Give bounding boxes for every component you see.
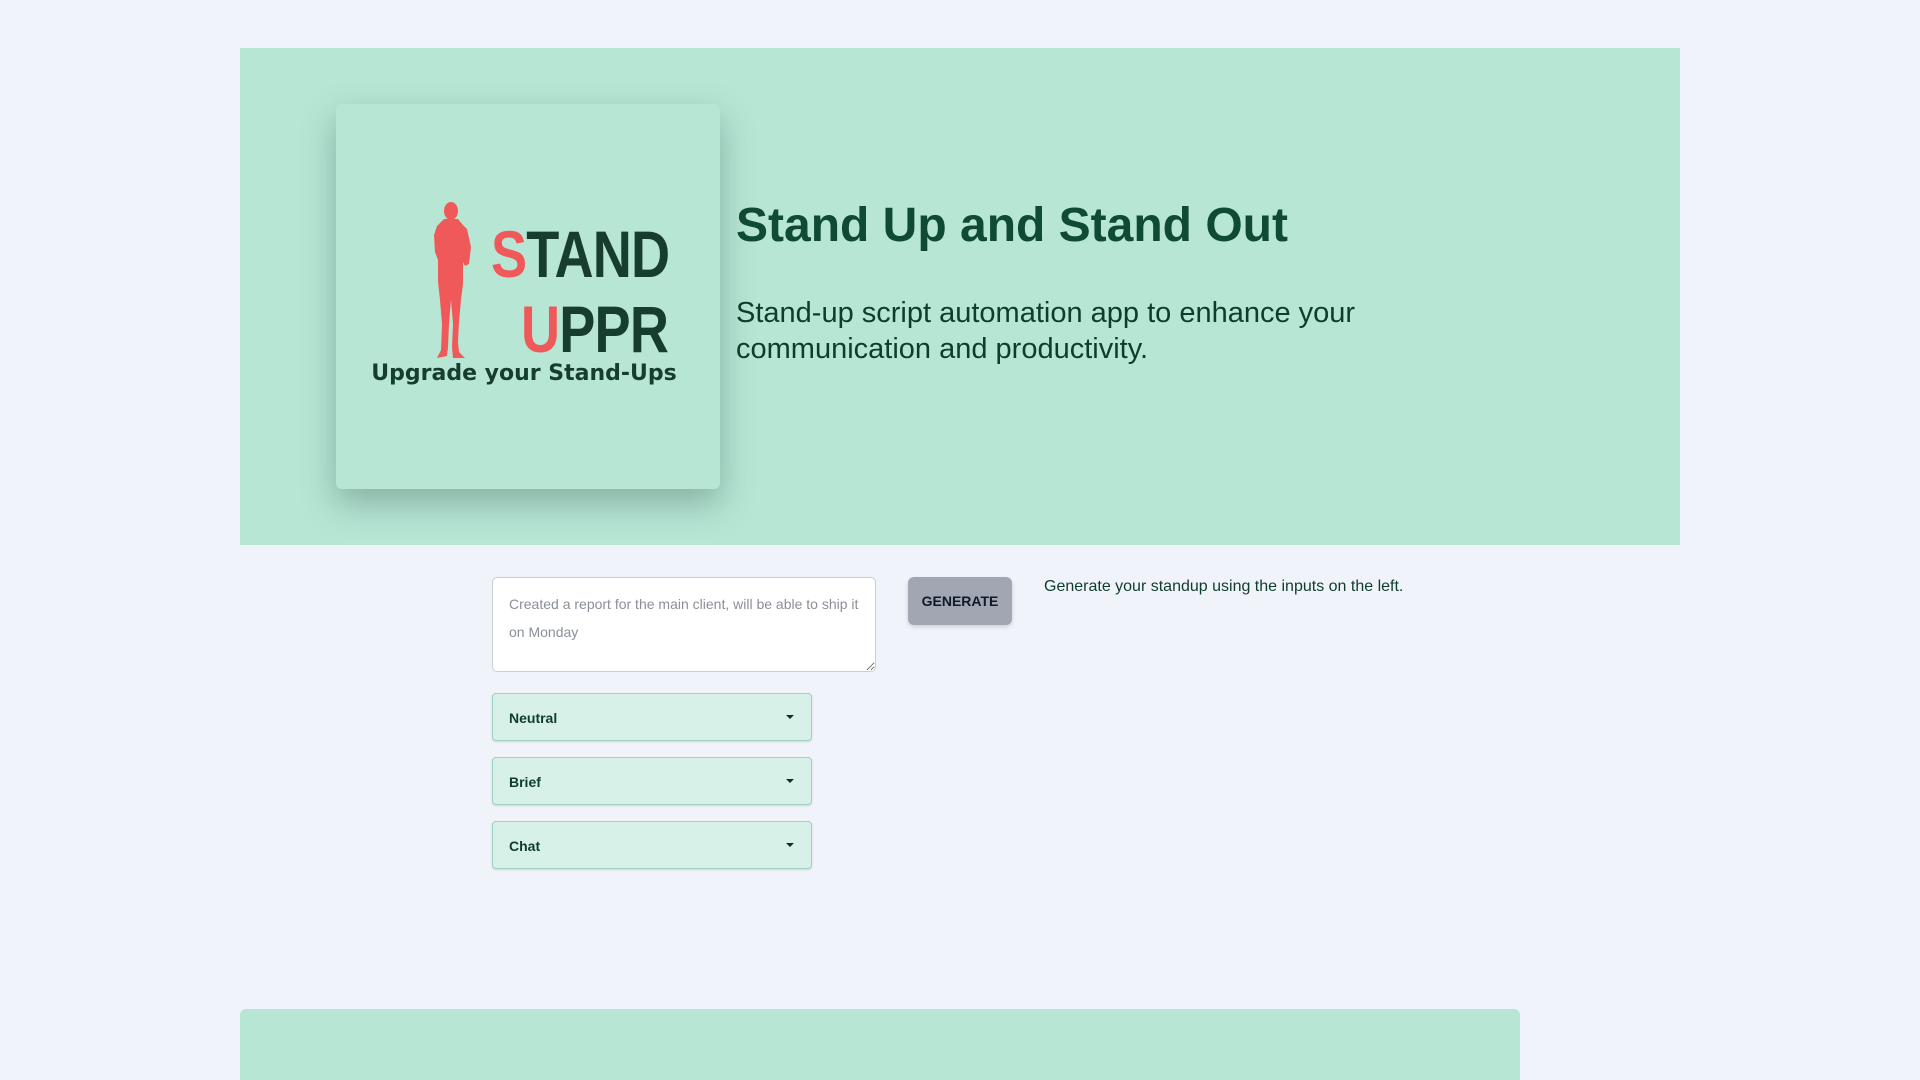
report-input[interactable] [492,577,876,672]
tone-select-value: Neutral [509,710,558,726]
caret-down-icon [786,843,794,847]
page-subtitle: Stand-up script automation app to enhanc… [736,297,1356,365]
hero-banner: STAND UPPR Upgrade your Stand-Ups Stand … [240,48,1680,545]
logo-tagline: Upgrade your Stand-Ups [371,361,677,386]
page-title: Stand Up and Stand Out [736,199,1288,252]
logo-wordmark-line1: STAND [491,217,670,291]
output-hint: Generate your standup using the inputs o… [1044,578,1404,595]
length-select[interactable]: Brief [492,757,812,805]
format-select-value: Chat [509,838,541,854]
logo-card: STAND UPPR Upgrade your Stand-Ups [336,104,720,489]
format-select[interactable]: Chat [492,821,812,869]
person-silhouette-icon [434,202,471,358]
footer-banner [240,1009,1520,1080]
caret-down-icon [786,715,794,719]
generate-button[interactable]: GENERATE [908,577,1012,625]
length-select-value: Brief [509,774,541,790]
logo-wordmark-line2: UPPR [521,292,669,366]
tone-select[interactable]: Neutral [492,693,812,741]
caret-down-icon [786,779,794,783]
